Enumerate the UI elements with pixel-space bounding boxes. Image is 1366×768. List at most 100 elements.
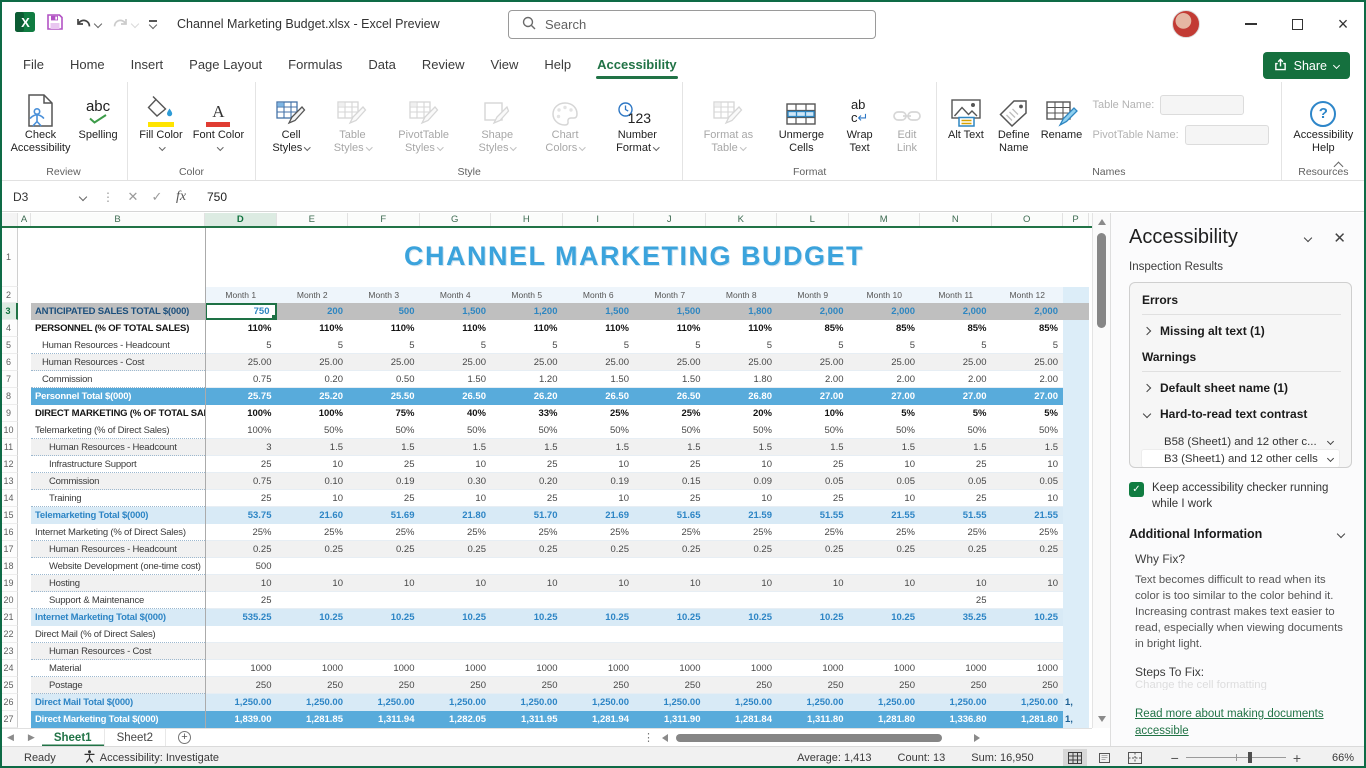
cell[interactable]: 5 [992, 337, 1064, 354]
cell[interactable] [849, 592, 921, 609]
cell[interactable] [920, 643, 992, 660]
month-header-cell[interactable]: Month 9 [777, 287, 849, 303]
cell[interactable]: 26.20 [491, 388, 563, 405]
cell[interactable]: 250 [992, 677, 1064, 694]
cell[interactable]: 110% [634, 320, 706, 337]
cell[interactable]: 10 [920, 575, 992, 592]
cell[interactable] [1063, 609, 1089, 626]
cell[interactable]: 250 [205, 677, 277, 694]
cell[interactable] [777, 626, 849, 643]
cell[interactable]: 5 [634, 337, 706, 354]
cell[interactable]: 5 [205, 337, 277, 354]
menu-tab-accessibility[interactable]: Accessibility [584, 50, 690, 81]
cell[interactable] [634, 626, 706, 643]
cell[interactable]: 25% [563, 405, 635, 422]
cell[interactable]: 1,839.00 [205, 711, 277, 728]
cell[interactable] [18, 303, 31, 320]
column-header-G[interactable]: G [420, 213, 492, 226]
cell[interactable]: 1.5 [634, 439, 706, 456]
cell[interactable] [992, 558, 1064, 575]
row-label[interactable]: Postage [31, 677, 205, 694]
cell[interactable]: 1,250.00 [348, 694, 420, 711]
cell[interactable]: 21.59 [706, 507, 778, 524]
cell[interactable] [277, 626, 349, 643]
row-label[interactable]: Website Development (one-time cost) [31, 558, 205, 575]
cell[interactable]: 25 [205, 592, 277, 609]
cell[interactable]: 110% [491, 320, 563, 337]
cell[interactable] [18, 711, 31, 728]
cell[interactable]: 5% [849, 405, 921, 422]
cell[interactable]: 1,250.00 [634, 694, 706, 711]
cell[interactable] [1063, 320, 1089, 337]
column-header-O[interactable]: O [992, 213, 1064, 226]
cell[interactable]: 0.15 [634, 473, 706, 490]
cell[interactable]: 27.00 [777, 388, 849, 405]
cell[interactable]: 1.5 [563, 439, 635, 456]
zoom-in-icon[interactable]: + [1286, 750, 1308, 766]
cell[interactable] [1063, 422, 1089, 439]
cell[interactable]: 25 [920, 456, 992, 473]
cell[interactable]: 10 [420, 575, 492, 592]
cell[interactable] [18, 490, 31, 507]
cell[interactable]: 5 [563, 337, 635, 354]
cell[interactable]: 250 [348, 677, 420, 694]
cell[interactable] [420, 558, 492, 575]
cell[interactable]: 1,281.85 [277, 711, 349, 728]
month-header-cell[interactable]: Month 12 [992, 287, 1064, 303]
cell[interactable]: 250 [491, 677, 563, 694]
menu-tab-home[interactable]: Home [57, 50, 118, 81]
cell[interactable] [348, 626, 420, 643]
row-header-18[interactable]: 18 [0, 558, 18, 575]
cell[interactable]: 0.05 [777, 473, 849, 490]
cell[interactable]: 0.25 [634, 541, 706, 558]
row-label[interactable]: Human Resources - Headcount [31, 439, 205, 456]
cell[interactable]: 10 [777, 575, 849, 592]
menu-tab-data[interactable]: Data [355, 50, 408, 81]
row-label[interactable]: Hosting [31, 575, 205, 592]
contrast-item[interactable]: B3 (Sheet1) and 12 other cells [1142, 450, 1339, 467]
cell[interactable]: 10.25 [277, 609, 349, 626]
cell[interactable]: 75% [348, 405, 420, 422]
row-header-7[interactable]: 7 [0, 371, 18, 388]
cell[interactable]: 1000 [205, 660, 277, 677]
cell[interactable]: 21.55 [849, 507, 921, 524]
cell[interactable]: 10.25 [348, 609, 420, 626]
row-header-26[interactable]: 26 [0, 694, 18, 711]
cell[interactable]: 0.09 [706, 473, 778, 490]
cell[interactable] [491, 626, 563, 643]
cell[interactable]: 25.00 [205, 354, 277, 371]
cell[interactable]: 20% [706, 405, 778, 422]
cell[interactable]: 0.25 [849, 541, 921, 558]
cell[interactable]: 25 [634, 490, 706, 507]
cell[interactable]: 10 [348, 575, 420, 592]
cell[interactable] [706, 592, 778, 609]
row-label[interactable]: Commission [31, 371, 205, 388]
cell[interactable] [1063, 388, 1089, 405]
cell[interactable]: 50% [491, 422, 563, 439]
cell[interactable]: 1,250.00 [777, 694, 849, 711]
cell[interactable] [420, 592, 492, 609]
column-header-D[interactable]: D [205, 213, 277, 226]
add-sheet-button[interactable]: + [178, 731, 191, 744]
row-header-11[interactable]: 11 [0, 439, 18, 456]
cell[interactable]: 50% [777, 422, 849, 439]
cell[interactable]: 10 [706, 490, 778, 507]
row-label[interactable]: Direct Mail Total $(000) [31, 694, 205, 711]
additional-information-section[interactable]: Additional Information [1129, 527, 1352, 541]
cell[interactable]: 50% [706, 422, 778, 439]
previous-sheet-icon[interactable]: ◀ [0, 732, 21, 743]
cell[interactable] [18, 507, 31, 524]
warning-contrast-group[interactable]: Hard-to-read text contrast [1144, 407, 1341, 421]
cell[interactable] [18, 660, 31, 677]
column-header-A[interactable]: A [18, 213, 31, 226]
row-header-15[interactable]: 15 [0, 507, 18, 524]
cell[interactable] [18, 456, 31, 473]
cell[interactable] [348, 558, 420, 575]
cell[interactable]: 250 [706, 677, 778, 694]
cell[interactable] [205, 643, 277, 660]
error-missing-alt-text[interactable]: Missing alt text (1) [1144, 324, 1341, 338]
row-label[interactable]: Telemarketing Total $(000) [31, 507, 205, 524]
cell[interactable]: 0.19 [563, 473, 635, 490]
menu-tab-review[interactable]: Review [409, 50, 478, 81]
cell[interactable]: 1,336.80 [920, 711, 992, 728]
